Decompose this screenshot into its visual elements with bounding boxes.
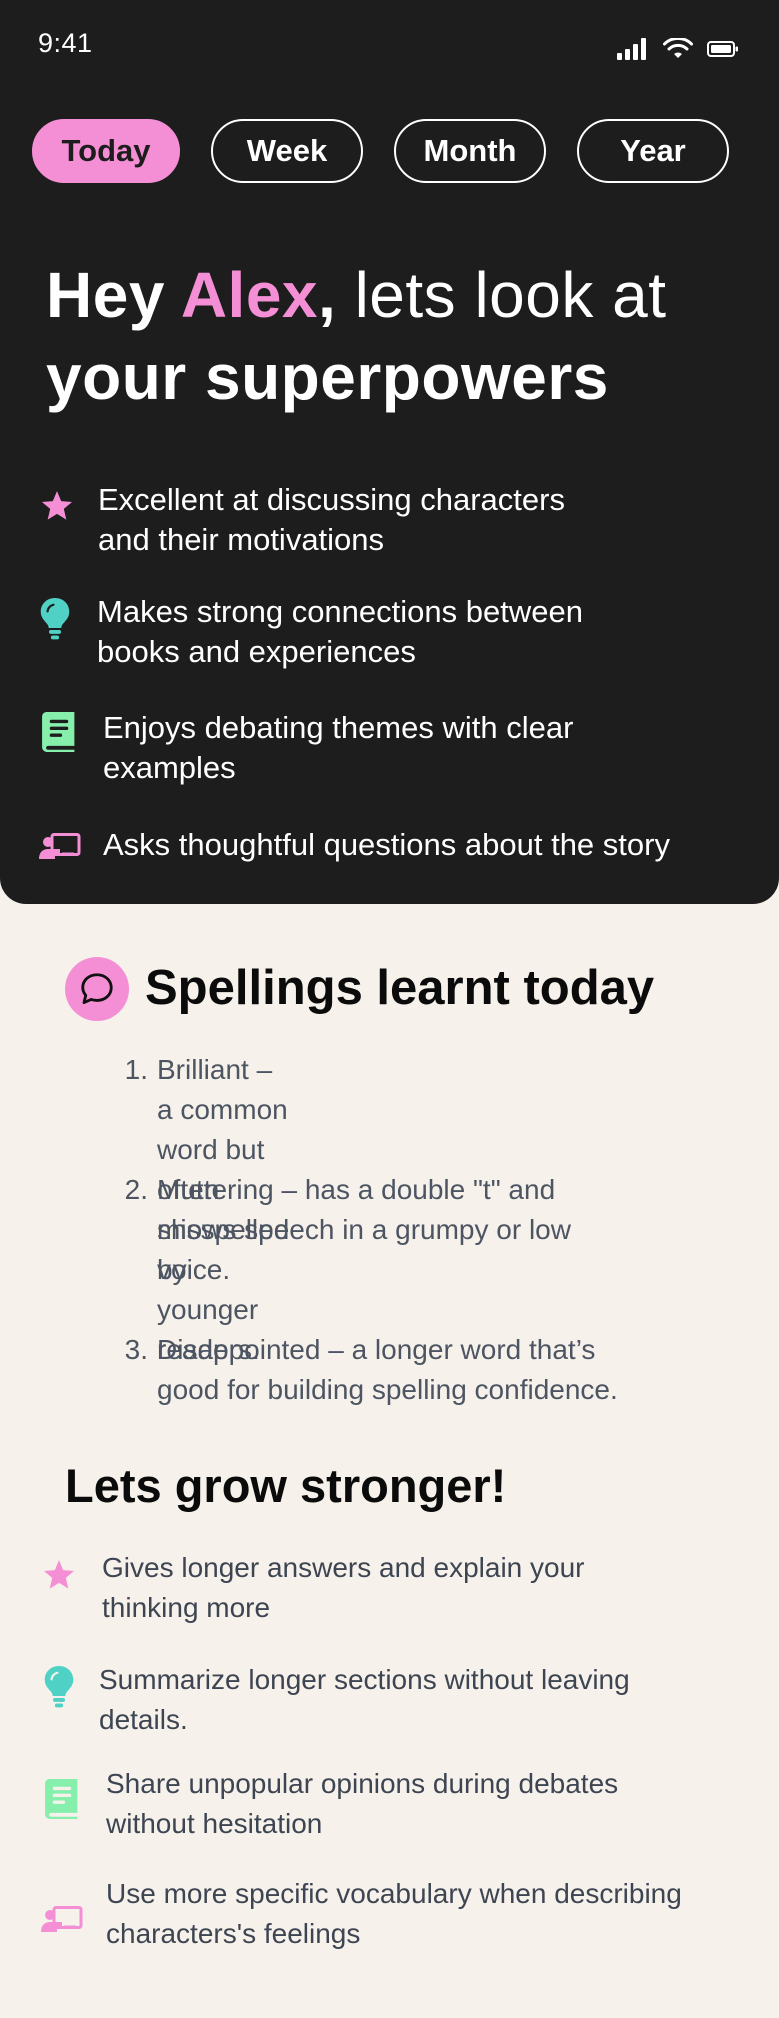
- tab-today[interactable]: Today: [32, 119, 180, 183]
- superpower-item: Excellent at discussing characters and t…: [98, 480, 565, 560]
- period-tabs: Today Week Month Year: [32, 119, 729, 183]
- superpower-text: and their motivations: [98, 522, 385, 557]
- list-text: voice.: [157, 1254, 231, 1285]
- superpower-text: Enjoys debating themes with clear: [103, 710, 574, 745]
- book-icon: [42, 712, 76, 757]
- status-icons: [617, 38, 739, 60]
- grow-text: Share unpopular opinions during debates: [106, 1768, 619, 1799]
- spellings-title: Spellings learnt today: [145, 961, 655, 1015]
- grow-text: Gives longer answers and explain your: [102, 1552, 585, 1583]
- grow-text: details.: [99, 1704, 188, 1735]
- presenter-icon: [40, 1906, 84, 1939]
- presenter-icon: [38, 833, 82, 866]
- tab-month[interactable]: Month: [394, 119, 546, 183]
- list-text: good for building spelling confidence.: [157, 1374, 618, 1405]
- lightbulb-icon: [40, 598, 70, 645]
- superpower-item: Asks thoughtful questions about the stor…: [103, 825, 670, 865]
- list-number: 1.: [124, 1054, 148, 1085]
- grow-text: characters's feelings: [106, 1918, 361, 1949]
- user-name: Alex: [180, 259, 318, 331]
- list-text: Disappointed – a longer word that’s: [157, 1334, 596, 1365]
- headline-line2: your superpowers: [46, 341, 609, 413]
- headline-greeting: Hey: [46, 259, 181, 331]
- grow-text: thinking more: [102, 1592, 271, 1623]
- grow-item: Use more specific vocabulary when descri…: [106, 1874, 682, 1954]
- superpower-text: books and experiences: [97, 634, 416, 669]
- list-number: 2.: [124, 1174, 148, 1205]
- wifi-icon: [663, 38, 693, 58]
- headline-rest: lets look at: [336, 259, 667, 331]
- grow-item: Share unpopular opinions during debates …: [106, 1764, 618, 1844]
- tab-week[interactable]: Week: [211, 119, 363, 183]
- hero-panel: 9:41 Today Week Month Year Hey Alex, let…: [0, 0, 779, 904]
- grow-text: Summarize longer sections without leavin…: [99, 1664, 630, 1695]
- superpower-text: Excellent at discussing characters: [98, 482, 565, 517]
- lightbulb-icon: [44, 1666, 74, 1713]
- cellular-signal-icon: [617, 38, 646, 60]
- grow-text: without hesitation: [106, 1808, 323, 1839]
- speech-bubble-icon: [81, 973, 113, 1005]
- tab-year[interactable]: Year: [577, 119, 729, 183]
- status-time: 9:41: [38, 28, 93, 58]
- superpower-text: Makes strong connections between: [97, 594, 583, 629]
- list-text: Muttering – has a double "t" and: [157, 1174, 556, 1205]
- battery-icon: [707, 41, 738, 57]
- list-number: 3.: [124, 1334, 148, 1365]
- page-title: Hey Alex, lets look at your superpowers: [46, 254, 746, 418]
- star-icon: [42, 1559, 76, 1596]
- book-icon: [45, 1779, 79, 1824]
- superpower-text: Asks thoughtful questions about the stor…: [103, 827, 670, 862]
- headline-comma: ,: [318, 259, 337, 331]
- grow-item: Gives longer answers and explain your th…: [102, 1548, 584, 1628]
- superpower-text: examples: [103, 750, 236, 785]
- grow-item: Summarize longer sections without leavin…: [99, 1660, 630, 1740]
- superpower-item: Enjoys debating themes with clear exampl…: [103, 708, 573, 788]
- list-text: shows speech in a grumpy or low: [157, 1214, 571, 1245]
- superpower-item: Makes strong connections between books a…: [97, 592, 583, 672]
- grow-text: Use more specific vocabulary when descri…: [106, 1878, 682, 1909]
- star-icon: [40, 490, 74, 527]
- speech-bubble-badge: [65, 957, 129, 1021]
- grow-title: Lets grow stronger!: [65, 1459, 507, 1512]
